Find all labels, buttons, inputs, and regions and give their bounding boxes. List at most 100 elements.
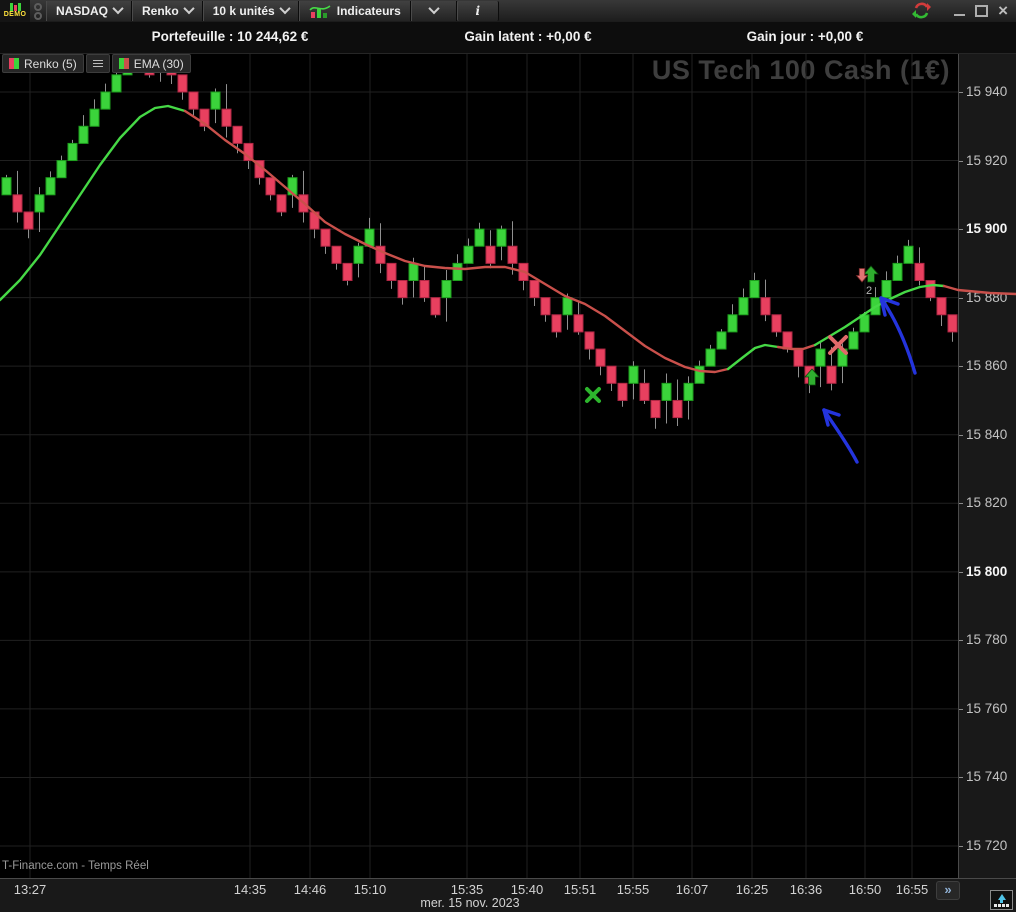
window-controls: × [946,2,1016,19]
time-label: 15:51 [563,882,597,897]
renko-brick [89,108,100,127]
renko-brick [947,314,958,333]
time-label: 15:35 [450,882,484,897]
renko-brick [100,91,111,110]
time-axis[interactable]: mer. 15 nov. 2023 » 13:27 14:35 14:46 15:10… [0,878,1016,912]
renko-brick [331,245,342,264]
renko-brick [419,280,430,299]
renko-brick [749,280,760,299]
legend-ema[interactable]: EMA (30) [111,54,191,73]
buy-arrow-marker [863,265,879,283]
quantity-dropdown[interactable]: 10 k unités [202,1,299,21]
time-label: 15:55 [616,882,650,897]
time-label: 15:10 [353,882,387,897]
renko-brick [265,177,276,196]
renko-brick [210,91,221,110]
time-label: 15:40 [510,882,544,897]
time-label: 16:55 [895,882,929,897]
renko-brick [694,365,705,384]
renko-brick [639,382,650,401]
portfolio-value: Portefeuille : 10 244,62 € [151,29,309,44]
chart-legend: Renko (5) EMA (30) [2,54,191,73]
renko-brick [881,280,892,299]
chevron-down-icon [279,2,291,14]
renko-brick [12,194,23,213]
renko-brick [716,331,727,350]
renko-brick [650,399,661,419]
maximize-button[interactable] [975,5,989,17]
renko-brick [342,262,353,282]
indicators-button[interactable]: Indicateurs [298,1,411,21]
renko-brick [617,382,628,401]
legend-settings-button[interactable] [85,54,110,73]
indicators-icon [309,5,331,18]
renko-brick [221,108,232,127]
time-label: 16:50 [848,882,882,897]
renko-brick [540,297,551,316]
renko-brick [111,74,122,93]
renko-brick [628,365,639,384]
account-bar: Portefeuille : 10 244,62 € Gain latent :… [0,22,1016,54]
drawn-arrow[interactable] [822,408,859,464]
ema-line [942,284,1016,296]
chevron-down-icon [112,2,124,14]
list-icon [92,60,103,67]
indicators-button-label: Indicateurs [336,4,401,18]
renko-brick [936,297,947,316]
renko-swatch-icon [9,58,19,69]
renko-brick [232,125,243,144]
renko-brick [771,314,782,333]
renko-brick [826,365,837,384]
ema-line [0,104,187,302]
renko-brick [463,245,474,264]
info-button[interactable]: i [456,1,499,21]
minimize-button[interactable] [954,14,966,16]
renko-brick [782,331,793,350]
date-label: mer. 15 nov. 2023 [420,896,520,910]
renko-chart-canvas[interactable]: 2 [0,53,1016,878]
time-label: 13:27 [13,882,47,897]
renko-brick [760,297,771,316]
marker-count-label: 2 [866,285,872,297]
chart-area: US Tech 100 Cash (1€) 15 940 15 920 15 900… [0,53,1016,878]
renko-brick [507,245,518,264]
renko-brick [848,331,859,350]
renko-brick [892,262,903,282]
renko-brick [903,245,914,264]
provider-watermark: T-Finance.com - Temps Réel [2,860,149,872]
renko-brick [474,228,485,247]
drawn-arrow[interactable] [879,296,917,375]
renko-brick [67,142,78,162]
renko-brick [1,177,12,196]
renko-brick [562,297,573,316]
chart-type-dropdown-label: Renko [142,4,179,18]
close-button[interactable]: × [998,2,1008,19]
renko-brick [397,280,408,299]
ema-swatch-icon [118,58,129,69]
toolbar: DEMO NASDAQ Renko 10 k unités Indicateur… [0,0,1016,22]
indicators-chevron-button[interactable] [410,1,457,21]
refresh-icon[interactable] [912,2,932,20]
instrument-dropdown[interactable]: NASDAQ [46,1,133,21]
more-button[interactable]: » [936,881,960,900]
time-label: 16:07 [675,882,709,897]
renko-brick [430,297,441,316]
renko-brick [727,314,738,333]
time-label: 16:25 [735,882,769,897]
renko-brick [353,245,364,264]
renko-brick [78,125,89,144]
renko-brick [661,382,672,401]
renko-brick [815,348,826,367]
demo-candles-icon [9,3,21,11]
renko-brick [34,194,45,213]
renko-brick [551,314,562,333]
ema-line [726,343,780,371]
scroll-to-latest-icon[interactable] [990,890,1013,910]
app-badge-icon [30,0,46,22]
renko-brick [320,228,331,247]
sell-arrow-marker [855,268,869,283]
chart-type-dropdown[interactable]: Renko [132,1,203,21]
legend-renko[interactable]: Renko (5) [2,54,84,73]
quantity-dropdown-label: 10 k unités [212,4,275,18]
chevron-down-icon [183,2,195,14]
